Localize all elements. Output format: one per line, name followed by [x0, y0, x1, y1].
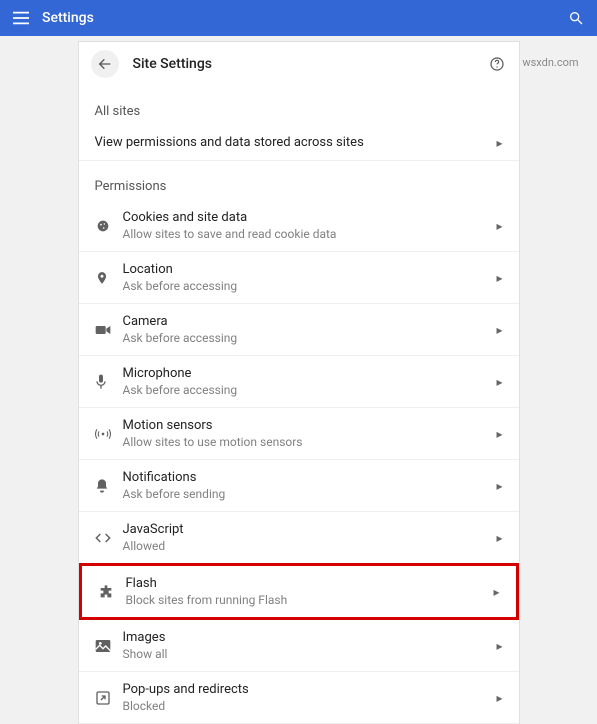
row-label: Location	[123, 262, 497, 277]
chevron-right-icon: ▸	[496, 531, 502, 545]
row-microphone[interactable]: Microphone Ask before accessing ▸	[79, 356, 519, 408]
row-sub: Ask before accessing	[123, 383, 497, 397]
watermark: wsxdn.com	[522, 56, 578, 69]
microphone-icon	[95, 374, 123, 390]
cookie-icon	[95, 218, 123, 234]
section-permissions: Permissions	[79, 161, 519, 200]
row-view-permissions[interactable]: View permissions and data stored across …	[79, 125, 519, 161]
bell-icon	[95, 478, 123, 494]
camera-icon	[95, 324, 123, 336]
row-images[interactable]: Images Show all ▸	[79, 620, 519, 672]
chevron-right-icon: ▸	[496, 639, 502, 653]
extension-icon	[98, 584, 126, 600]
arrow-left-icon	[97, 56, 113, 72]
location-icon	[95, 270, 123, 286]
code-icon	[95, 532, 123, 544]
row-label: Flash	[126, 576, 494, 591]
chevron-right-icon: ▸	[496, 219, 502, 233]
motion-icon	[95, 427, 123, 441]
page-title: Site Settings	[133, 56, 213, 72]
row-camera[interactable]: Camera Ask before accessing ▸	[79, 304, 519, 356]
chevron-right-icon: ▸	[496, 323, 502, 337]
row-sub: Block sites from running Flash	[126, 593, 494, 607]
chevron-right-icon: ▸	[493, 585, 499, 599]
card-header: Site Settings	[79, 42, 519, 86]
row-label: Images	[123, 630, 497, 645]
row-cookies[interactable]: Cookies and site data Allow sites to save…	[79, 200, 519, 252]
hamburger-menu-icon[interactable]	[10, 11, 32, 25]
row-label: JavaScript	[123, 522, 497, 537]
app-title: Settings	[42, 10, 94, 26]
row-sub: Show all	[123, 647, 497, 661]
image-icon	[95, 639, 123, 653]
row-sub: Ask before accessing	[123, 279, 497, 293]
row-label: Microphone	[123, 366, 497, 381]
popup-icon	[95, 690, 123, 706]
row-sub: Blocked	[123, 699, 497, 713]
help-icon[interactable]	[487, 54, 507, 74]
app-topbar: Settings	[0, 0, 597, 36]
chevron-right-icon: ▸	[496, 427, 502, 441]
chevron-right-icon: ▸	[496, 136, 502, 150]
row-label: Camera	[123, 314, 497, 329]
row-sub: Allow sites to save and read cookie data	[123, 227, 497, 241]
row-sub: Ask before sending	[123, 487, 497, 501]
row-label: View permissions and data stored across …	[95, 135, 497, 150]
row-label: Pop-ups and redirects	[123, 682, 497, 697]
section-all-sites: All sites	[79, 86, 519, 125]
settings-card: wsxdn.com Site Settings All sites View p…	[79, 42, 519, 724]
chevron-right-icon: ▸	[496, 375, 502, 389]
row-notifications[interactable]: Notifications Ask before sending ▸	[79, 460, 519, 512]
row-label: Cookies and site data	[123, 210, 497, 225]
chevron-right-icon: ▸	[496, 271, 502, 285]
row-popups[interactable]: Pop-ups and redirects Blocked ▸	[79, 672, 519, 724]
row-sub: Ask before accessing	[123, 331, 497, 345]
row-motion-sensors[interactable]: Motion sensors Allow sites to use motion …	[79, 408, 519, 460]
row-javascript[interactable]: JavaScript Allowed ▸	[79, 512, 519, 564]
row-flash[interactable]: Flash Block sites from running Flash ▸	[79, 563, 519, 620]
chevron-right-icon: ▸	[496, 691, 502, 705]
chevron-right-icon: ▸	[496, 479, 502, 493]
row-sub: Allow sites to use motion sensors	[123, 435, 497, 449]
search-icon[interactable]	[565, 10, 587, 26]
row-location[interactable]: Location Ask before accessing ▸	[79, 252, 519, 304]
row-label: Notifications	[123, 470, 497, 485]
back-button[interactable]	[91, 50, 119, 78]
row-sub: Allowed	[123, 539, 497, 553]
row-label: Motion sensors	[123, 418, 497, 433]
